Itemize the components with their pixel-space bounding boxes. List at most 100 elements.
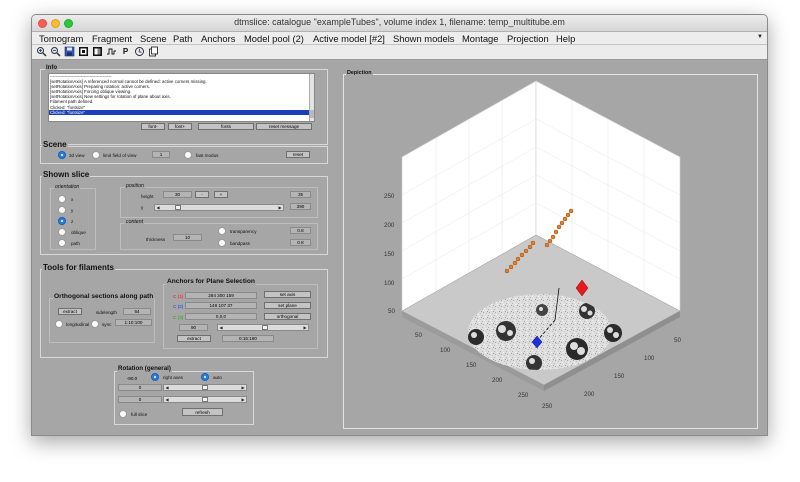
tube-cross-section [496, 321, 516, 341]
position-title: position [125, 183, 145, 189]
angle-slider[interactable]: ◀ ▶ [217, 324, 309, 331]
menu-overflow-icon[interactable]: ▼ [757, 34, 763, 40]
history-icon[interactable] [134, 46, 145, 57]
slider-left-icon[interactable]: ◀ [218, 325, 224, 330]
waveform-icon[interactable] [106, 46, 117, 57]
p-icon[interactable]: P [120, 46, 131, 57]
y-tick: 250 [542, 403, 553, 410]
app-window: dtmslice: catalogue "exampleTubes", volu… [31, 14, 768, 436]
rotation-slider-2[interactable]: ◀ ▶ [163, 396, 247, 403]
menu-bar: Tomogram Fragment Scene Path Anchors Mod… [32, 32, 767, 45]
sidelength-field[interactable]: 64 [123, 308, 151, 315]
slider-thumb[interactable] [262, 325, 268, 330]
title-bar: dtmslice: catalogue "exampleTubes", volu… [32, 15, 767, 32]
info-scrollbar[interactable] [309, 74, 314, 121]
menu-shown-models[interactable]: Shown models [393, 32, 455, 45]
full-slice-radio[interactable] [119, 410, 127, 418]
orientation-title: orientation [54, 184, 81, 190]
copy-icon[interactable] [148, 46, 159, 57]
angle-field[interactable]: 90 [179, 324, 208, 331]
slider-thumb[interactable] [175, 205, 181, 210]
right-axes-radio[interactable] [151, 373, 159, 381]
toolbar: P [32, 45, 767, 60]
z-axis-ticks: 250 200 150 100 50 [384, 193, 395, 315]
slider-thumb[interactable] [202, 385, 208, 390]
transparency-radio[interactable] [218, 227, 226, 235]
bandpass-field[interactable]: 0.8 [290, 239, 311, 246]
reset-message-button[interactable]: reset message [256, 123, 312, 130]
contrast-alt-icon[interactable] [92, 46, 103, 57]
fast-modus-radio[interactable] [184, 151, 192, 159]
y-tick: 50 [674, 337, 681, 344]
zoom-in-icon[interactable] [36, 46, 47, 57]
slider-right-icon[interactable]: ▶ [302, 325, 308, 330]
orientation-path-radio[interactable] [58, 239, 66, 247]
slider-left-icon[interactable]: ◀ [155, 205, 161, 210]
x-tick: 250 [518, 392, 529, 399]
contrast-icon[interactable] [78, 46, 89, 57]
3d-view-radio[interactable] [58, 151, 66, 159]
orientation-z-radio[interactable] [58, 217, 66, 225]
slider-right-icon[interactable]: ▶ [277, 205, 283, 210]
sync-radio[interactable] [91, 320, 99, 328]
anchors-extract-button[interactable]: extract [177, 335, 211, 342]
height-decrease-button[interactable]: - [195, 191, 209, 198]
refresh-button[interactable]: refresh [182, 408, 223, 416]
orientation-x-label: x [71, 197, 74, 202]
info-log[interactable]: ----------------------------------------… [48, 73, 315, 122]
range-field[interactable]: 0:15:180 [222, 335, 274, 342]
slider-left-icon[interactable]: ◀ [164, 397, 170, 402]
menu-path[interactable]: Path [173, 32, 192, 45]
thickness-field[interactable]: 10 [173, 234, 202, 241]
orth-extract-button[interactable]: extract [58, 308, 82, 315]
rotation-value3-field[interactable]: 0 [118, 396, 162, 403]
transparency-field[interactable]: 0.8 [290, 227, 311, 234]
tube-cross-section [468, 329, 484, 345]
scene-reset-button[interactable]: reset [286, 151, 310, 158]
depiction-3d-view[interactable]: ~ 250 200 150 100 50 50 100 150 200 250 … [344, 75, 757, 428]
info-title: Info [45, 65, 58, 71]
limit-field-input[interactable]: 1 [152, 151, 170, 158]
slider-left-icon[interactable]: ◀ [164, 385, 170, 390]
menu-active-model[interactable]: Active model [#2] [313, 32, 385, 45]
c1-field[interactable]: 284 300 159 [185, 292, 257, 299]
position-slider[interactable]: ◀ ▶ [154, 204, 284, 211]
sync-field[interactable]: 1:10:100 [115, 319, 152, 326]
rotation-slider-1[interactable]: ◀ ▶ [163, 384, 247, 391]
menu-fragment[interactable]: Fragment [92, 32, 132, 45]
bandpass-radio[interactable] [218, 239, 226, 247]
orthogonal-button[interactable]: orthogonal [264, 313, 311, 320]
rotation-value2-field[interactable]: 0 [118, 384, 162, 391]
auto-radio[interactable] [201, 373, 209, 381]
c2-field[interactable]: 148 107 37 [185, 302, 257, 309]
menu-anchors[interactable]: Anchors [201, 32, 235, 45]
set-axis-button[interactable]: set axis [264, 291, 311, 298]
save-icon[interactable] [64, 46, 75, 57]
menu-help[interactable]: Help [556, 32, 575, 45]
menu-scene[interactable]: Scene [140, 32, 167, 45]
rotation-angle-field[interactable]: -90.0 [118, 375, 146, 382]
limit-field-radio[interactable] [92, 151, 100, 159]
font-larger-button[interactable]: font+ [168, 123, 192, 130]
c3-field[interactable]: 0,0,0 [185, 313, 257, 320]
menu-montage[interactable]: Montage [462, 32, 498, 45]
menu-tomogram[interactable]: Tomogram [39, 32, 83, 45]
shown-slice-title: Shown slice [42, 170, 91, 179]
orientation-y-radio[interactable] [58, 206, 66, 214]
fonts-button[interactable]: fonts [198, 123, 254, 130]
slider-right-icon[interactable]: ▶ [240, 385, 246, 390]
right-axes-label: right axes [163, 375, 183, 380]
slider-right-icon[interactable]: ▶ [240, 397, 246, 402]
font-smaller-button[interactable]: font- [141, 123, 165, 130]
scene-title: Scene [42, 140, 68, 149]
set-plane-button[interactable]: set plane [264, 302, 311, 309]
height-increase-button[interactable]: + [214, 191, 228, 198]
height-value-field[interactable]: 30 [163, 191, 192, 198]
orientation-x-radio[interactable] [58, 195, 66, 203]
zoom-out-icon[interactable] [50, 46, 61, 57]
orientation-oblique-radio[interactable] [58, 228, 66, 236]
slider-thumb[interactable] [202, 397, 208, 402]
longitudinal-radio[interactable] [55, 320, 63, 328]
menu-projection[interactable]: Projection [507, 32, 549, 45]
menu-model-pool[interactable]: Model pool (2) [244, 32, 304, 45]
